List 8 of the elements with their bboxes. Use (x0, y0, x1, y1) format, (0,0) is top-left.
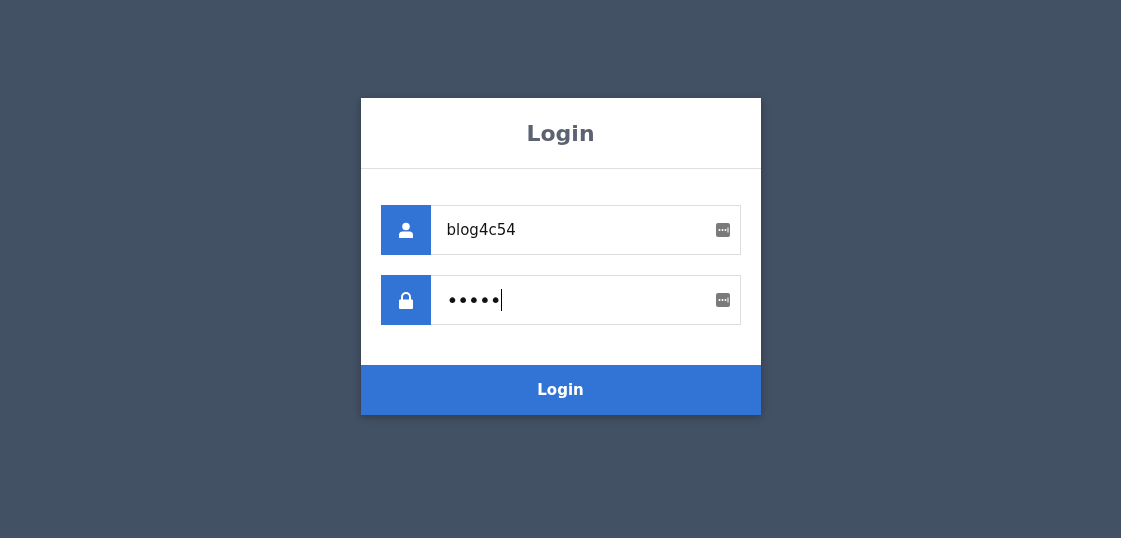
password-field[interactable]: ••••• (430, 275, 741, 325)
login-title: Login (526, 120, 595, 146)
login-button[interactable]: Login (360, 365, 761, 415)
username-field[interactable]: blog4c54 (430, 205, 741, 255)
ellipsis-icon[interactable] (715, 293, 730, 307)
user-icon (398, 222, 413, 238)
lock-icon (398, 291, 413, 309)
ellipsis-icon[interactable] (715, 223, 730, 237)
